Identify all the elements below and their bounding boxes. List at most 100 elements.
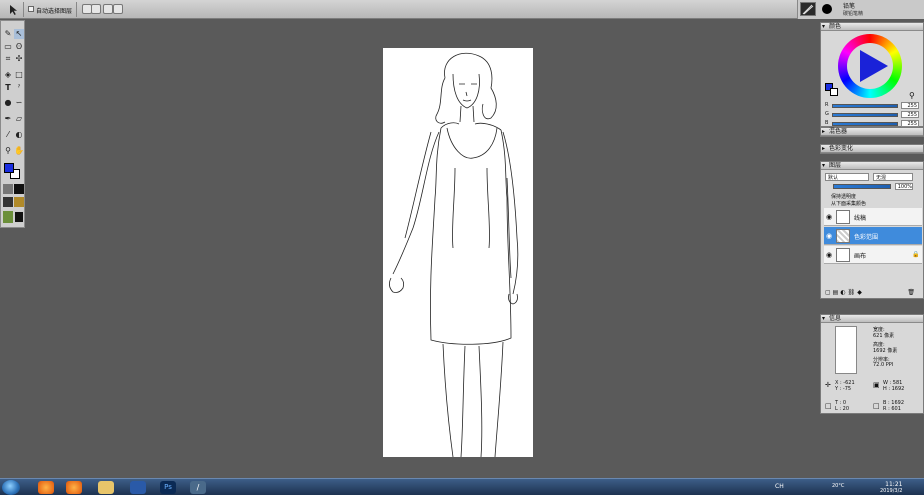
red-slider[interactable]: R 255 bbox=[825, 102, 921, 109]
photoshop-icon[interactable]: Ps bbox=[160, 481, 176, 494]
bounds-icon: □ bbox=[825, 402, 832, 410]
drawing-canvas[interactable] bbox=[383, 48, 533, 458]
zoom-icon[interactable]: ⚲ bbox=[3, 146, 13, 156]
pen-icon[interactable]: ✒ bbox=[3, 114, 13, 124]
rotate-button[interactable] bbox=[113, 4, 123, 14]
paper-swatch[interactable] bbox=[14, 197, 24, 207]
lock-icon: 🔒 bbox=[912, 251, 920, 258]
text-icon[interactable]: T bbox=[3, 83, 13, 93]
eraser-icon[interactable]: ▱ bbox=[14, 114, 24, 124]
resolution-value: 72.0 PPI bbox=[873, 362, 894, 368]
color-panel-title[interactable]: 颜色 bbox=[821, 23, 923, 31]
word-icon[interactable] bbox=[130, 481, 146, 494]
align-center-button[interactable] bbox=[91, 4, 101, 14]
mixer-panel-title[interactable]: 混色器 bbox=[821, 128, 923, 136]
gradient-swatch[interactable] bbox=[14, 184, 24, 194]
texture-swatch[interactable] bbox=[3, 197, 13, 207]
eyedropper-icon[interactable]: ⚲ bbox=[909, 91, 915, 100]
blue-slider[interactable]: B 255 bbox=[825, 120, 921, 127]
separator bbox=[76, 2, 77, 17]
layer-row[interactable]: ◉ 画布 🔒 bbox=[824, 246, 922, 264]
layer-row[interactable]: ◉ 色彩范围 bbox=[824, 227, 922, 245]
layers-panel-title[interactable]: 图层 bbox=[821, 162, 923, 170]
brush-size-dot[interactable] bbox=[822, 4, 832, 14]
size-icon: ▣ bbox=[873, 381, 880, 389]
eyedropper-icon[interactable]: ˀ bbox=[14, 83, 24, 93]
pattern-swatch[interactable] bbox=[3, 184, 13, 194]
auto-select-checkbox[interactable] bbox=[28, 6, 34, 12]
mixer-panel: 混色器 bbox=[820, 127, 924, 137]
layer-thumbnail bbox=[836, 210, 850, 224]
layer-name: 色彩范围 bbox=[854, 234, 879, 241]
crop-icon[interactable]: ⌗ bbox=[3, 54, 13, 64]
eye-icon[interactable]: ◉ bbox=[826, 213, 832, 221]
painter-icon[interactable]: / bbox=[190, 481, 206, 494]
bounds-icon: □ bbox=[873, 402, 880, 410]
green-slider[interactable]: G 255 bbox=[825, 111, 921, 118]
r-readout: R : 601 bbox=[883, 406, 901, 412]
fx-icon[interactable]: ◆ bbox=[857, 289, 864, 296]
layer-actions-bar: ▢▤◐⛓◆ 🗑 bbox=[825, 289, 921, 297]
separator bbox=[23, 2, 24, 17]
hand-icon[interactable]: ✋ bbox=[14, 146, 24, 156]
move-icon[interactable]: ✣ bbox=[14, 54, 24, 64]
toolbox: ✎ ↖ ▭ ʘ ⌗ ✣ ◈ □ T ˀ ● ∽ ✒ ▱ ⁄ ◐ ⚲ ✋ bbox=[0, 20, 25, 228]
bucket-icon[interactable]: ◈ bbox=[3, 70, 13, 80]
width-value: 621 像素 bbox=[873, 333, 895, 339]
brush-icon[interactable]: ✎ bbox=[3, 29, 13, 39]
picker-icon[interactable]: ⁄ bbox=[3, 130, 13, 140]
image-swatch[interactable] bbox=[3, 211, 13, 223]
layer-name: 画布 bbox=[854, 253, 867, 260]
height-value: 1692 像素 bbox=[873, 348, 898, 354]
flip-button[interactable] bbox=[103, 4, 113, 14]
preserve-transparency-label[interactable]: 保持透明度 bbox=[831, 193, 856, 200]
tool-options-bar: 自动选择图层 bbox=[0, 0, 924, 19]
weather-temp: 20°C bbox=[832, 483, 845, 489]
mask-icon[interactable]: ◐ bbox=[840, 289, 847, 296]
start-button[interactable] bbox=[2, 480, 20, 495]
color-change-panel-title[interactable]: 色彩变化 bbox=[821, 145, 923, 153]
color-panel: 颜色 ⚲ R 255 G 255 B 255 bbox=[820, 22, 924, 127]
brush-preview[interactable] bbox=[800, 2, 816, 16]
folder-icon[interactable] bbox=[98, 481, 114, 494]
sample-below-label[interactable]: 从下面采集颜色 bbox=[831, 200, 866, 207]
layer-thumbnail bbox=[836, 229, 850, 243]
dodge-icon[interactable]: ● bbox=[3, 98, 13, 108]
link-icon[interactable]: ⛓ bbox=[848, 289, 858, 296]
fill-icon[interactable]: ◐ bbox=[14, 130, 24, 140]
h-readout: H : 1692 bbox=[883, 386, 905, 392]
clock[interactable]: 11:21 2019/3/2 bbox=[880, 481, 902, 494]
language-indicator[interactable]: CH bbox=[775, 483, 784, 490]
browser-icon[interactable] bbox=[66, 481, 82, 494]
eye-icon[interactable]: ◉ bbox=[826, 232, 832, 240]
shape-icon[interactable]: □ bbox=[14, 70, 24, 80]
secondary-color-swatch[interactable] bbox=[830, 88, 838, 96]
layer-row[interactable]: ◉ 线稿 bbox=[824, 208, 922, 226]
brush-name: 铅笔 bbox=[843, 3, 856, 10]
eye-icon[interactable]: ◉ bbox=[826, 251, 832, 259]
foreground-color-swatch[interactable] bbox=[4, 163, 14, 173]
marquee-icon[interactable]: ▭ bbox=[3, 42, 13, 52]
crosshair-icon: ✛ bbox=[825, 381, 831, 389]
screen-mode-button[interactable] bbox=[14, 211, 24, 223]
fashion-sketch bbox=[389, 52, 519, 458]
blend-option-select[interactable]: 无混 bbox=[873, 173, 913, 181]
color-change-panel: 色彩变化 bbox=[820, 144, 924, 154]
info-panel-title[interactable]: 信息 bbox=[821, 315, 923, 323]
select-icon[interactable]: ↖ bbox=[14, 29, 24, 39]
new-layer-icon[interactable]: ▢ bbox=[825, 289, 833, 296]
smudge-icon[interactable]: ∽ bbox=[14, 98, 24, 108]
trash-icon[interactable]: 🗑 bbox=[907, 289, 917, 296]
navigator-thumbnail[interactable] bbox=[835, 326, 857, 374]
l-readout: L : 20 bbox=[835, 406, 850, 412]
auto-select-label: 自动选择图层 bbox=[36, 8, 73, 15]
layer-name: 线稿 bbox=[854, 215, 867, 222]
taskbar: Ps / CH 20°C 11:21 2019/3/2 bbox=[0, 478, 924, 495]
blend-mode-select[interactable]: 默认 bbox=[825, 173, 869, 181]
arrow-icon[interactable] bbox=[8, 4, 20, 16]
browser-icon[interactable] bbox=[38, 481, 54, 494]
lasso-icon[interactable]: ʘ bbox=[14, 42, 24, 52]
opacity-slider[interactable] bbox=[833, 184, 891, 189]
color-wheel[interactable] bbox=[838, 34, 902, 98]
opacity-value[interactable]: 100% bbox=[895, 183, 913, 190]
